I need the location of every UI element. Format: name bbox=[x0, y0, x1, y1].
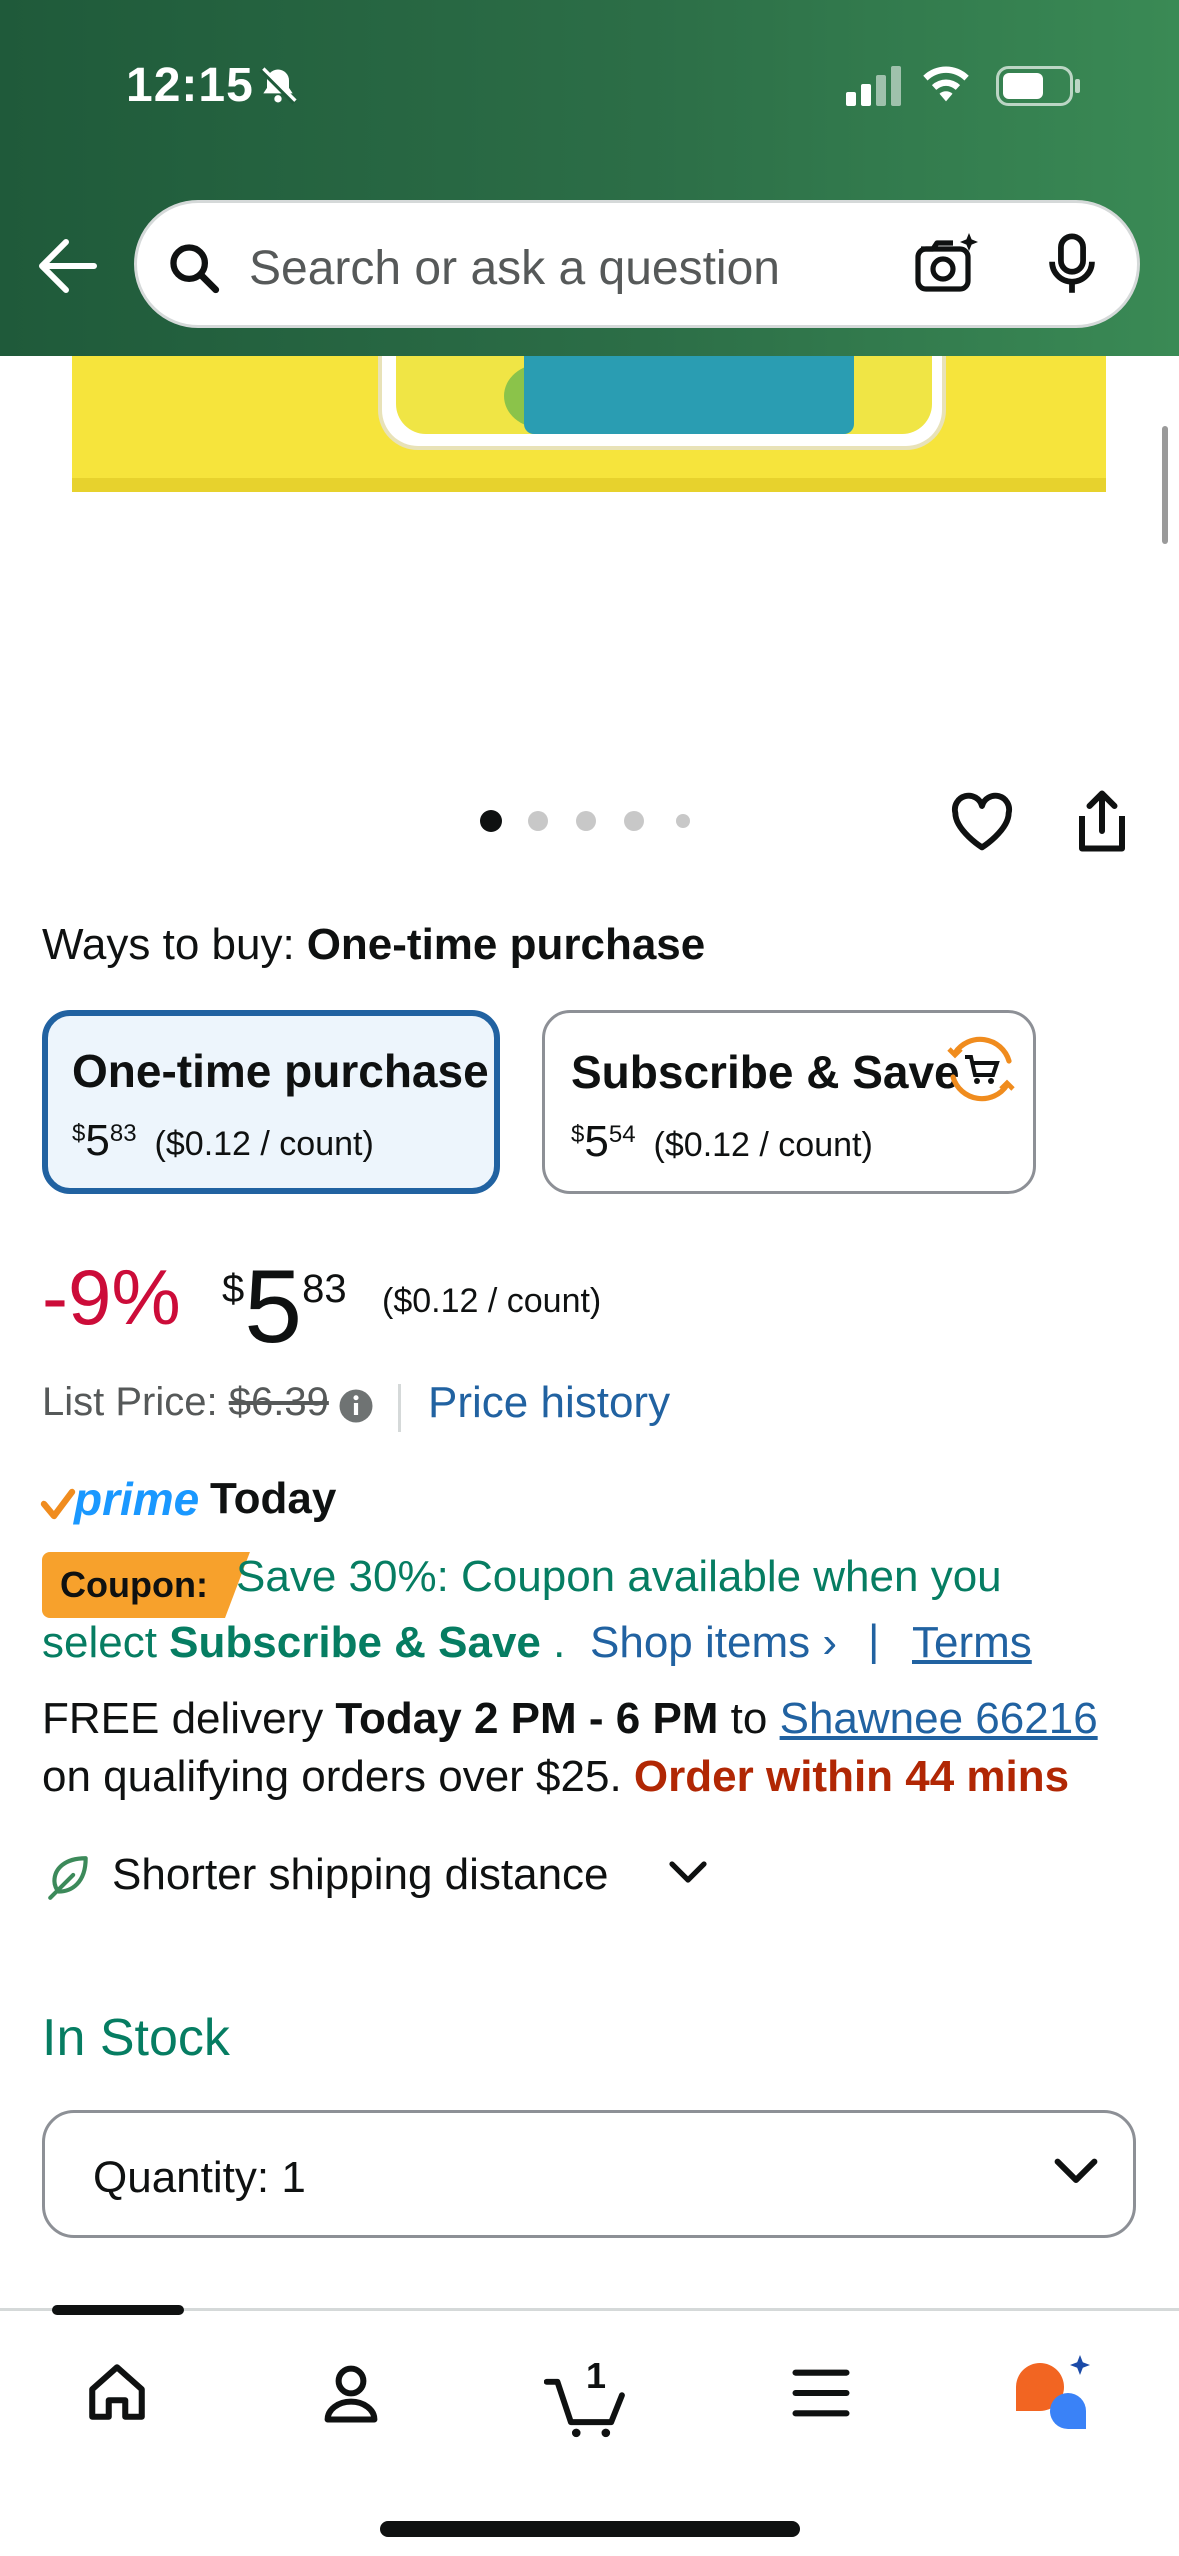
current-price: $583 bbox=[222, 1249, 347, 1365]
wifi-icon bbox=[920, 62, 972, 111]
gallery-dot[interactable] bbox=[624, 811, 644, 831]
product-package-graphic bbox=[72, 356, 1106, 492]
separator: | bbox=[868, 1616, 880, 1665]
delivery-info: FREE delivery Today 2 PM - 6 PM to Shawn… bbox=[42, 1694, 1098, 1743]
list-price-value: $6.39 bbox=[228, 1380, 329, 1424]
active-tab-indicator bbox=[52, 2305, 184, 2315]
status-time: 12:15 bbox=[126, 59, 254, 112]
delivery-location-link[interactable]: Shawnee 66216 bbox=[780, 1694, 1098, 1743]
option-price: $554 ($0.12 / count) bbox=[571, 1117, 873, 1166]
leaf-icon bbox=[44, 1852, 94, 1907]
heart-icon[interactable] bbox=[950, 792, 1014, 857]
gallery-dot[interactable] bbox=[676, 814, 690, 828]
subscribe-and-save-option[interactable]: Subscribe & Save $554 ($0.12 / count) bbox=[542, 1010, 1036, 1194]
price-history-link[interactable]: Price history bbox=[428, 1378, 670, 1428]
cart-count-badge: 1 bbox=[586, 2355, 607, 2396]
delivery-window: Today 2 PM - 6 PM bbox=[335, 1694, 719, 1743]
battery-icon bbox=[996, 66, 1082, 111]
chevron-down-icon[interactable] bbox=[1053, 2157, 1099, 2192]
subscribe-cart-icon bbox=[945, 1033, 1017, 1110]
account-icon[interactable] bbox=[318, 2359, 384, 2430]
gallery-dot[interactable] bbox=[576, 811, 596, 831]
search-bar[interactable]: Search or ask a question bbox=[134, 200, 1140, 328]
home-indicator bbox=[380, 2521, 800, 2537]
coupon-text: Save 30%: Coupon available when you bbox=[236, 1552, 1002, 1601]
ways-to-buy-label: Ways to buy: One-time purchase bbox=[42, 920, 706, 969]
chevron-down-icon[interactable] bbox=[668, 1860, 708, 1891]
option-title: One-time purchase bbox=[72, 1045, 489, 1097]
shorter-shipping-toggle[interactable]: Shorter shipping distance bbox=[112, 1850, 609, 1900]
scrollbar[interactable] bbox=[1162, 426, 1168, 544]
search-icon bbox=[165, 239, 223, 302]
shop-items-link[interactable]: Shop items › bbox=[590, 1618, 837, 1668]
delivery-condition: on qualifying orders over $25. Order wit… bbox=[42, 1752, 1070, 1801]
one-time-purchase-option[interactable]: One-time purchase $583 ($0.12 / count) bbox=[42, 1010, 500, 1194]
menu-icon[interactable] bbox=[790, 2365, 852, 2426]
bottom-navigation: 1 bbox=[0, 2305, 1179, 2556]
stock-status: In Stock bbox=[42, 2009, 230, 2067]
quantity-label: Quantity: 1 bbox=[93, 2153, 306, 2202]
search-input[interactable]: Search or ask a question bbox=[249, 241, 780, 296]
top-header: 12:15 Search or ask a question bbox=[0, 0, 1179, 356]
rufus-assistant-icon[interactable] bbox=[1012, 2351, 1096, 2440]
gallery-dot-active[interactable] bbox=[480, 810, 502, 832]
terms-link[interactable]: Terms bbox=[912, 1618, 1032, 1668]
back-arrow-icon[interactable] bbox=[36, 236, 98, 301]
order-countdown: Order within 44 mins bbox=[633, 1752, 1070, 1801]
product-image[interactable] bbox=[0, 356, 1179, 796]
prime-check-icon bbox=[40, 1488, 76, 1527]
info-icon[interactable] bbox=[338, 1388, 374, 1429]
home-icon[interactable] bbox=[84, 2359, 150, 2430]
coupon-text-line2: select Subscribe & Save . bbox=[42, 1618, 566, 1667]
option-title: Subscribe & Save bbox=[571, 1046, 960, 1098]
gallery-dot[interactable] bbox=[528, 811, 548, 831]
quantity-selector[interactable]: Quantity: 1 bbox=[42, 2110, 1136, 2238]
prime-logo: prime bbox=[74, 1473, 200, 1525]
camera-search-icon[interactable] bbox=[913, 231, 981, 302]
share-icon[interactable] bbox=[1072, 788, 1132, 859]
option-price: $583 ($0.12 / count) bbox=[72, 1116, 374, 1165]
list-price: List Price: $6.39 bbox=[42, 1380, 329, 1424]
ways-to-buy-selected: One-time purchase bbox=[306, 920, 706, 969]
bell-muted-icon bbox=[256, 64, 300, 113]
cellular-signal-icon bbox=[846, 66, 904, 111]
price-per-unit: ($0.12 / count) bbox=[382, 1282, 602, 1320]
coupon-badge: Coupon: bbox=[42, 1552, 250, 1618]
prime-today-label: Today bbox=[210, 1474, 337, 1523]
discount-percent: -9% bbox=[42, 1253, 181, 1341]
quantity-value: 1 bbox=[281, 2153, 306, 2202]
divider bbox=[398, 1384, 401, 1432]
microphone-icon[interactable] bbox=[1045, 233, 1099, 300]
